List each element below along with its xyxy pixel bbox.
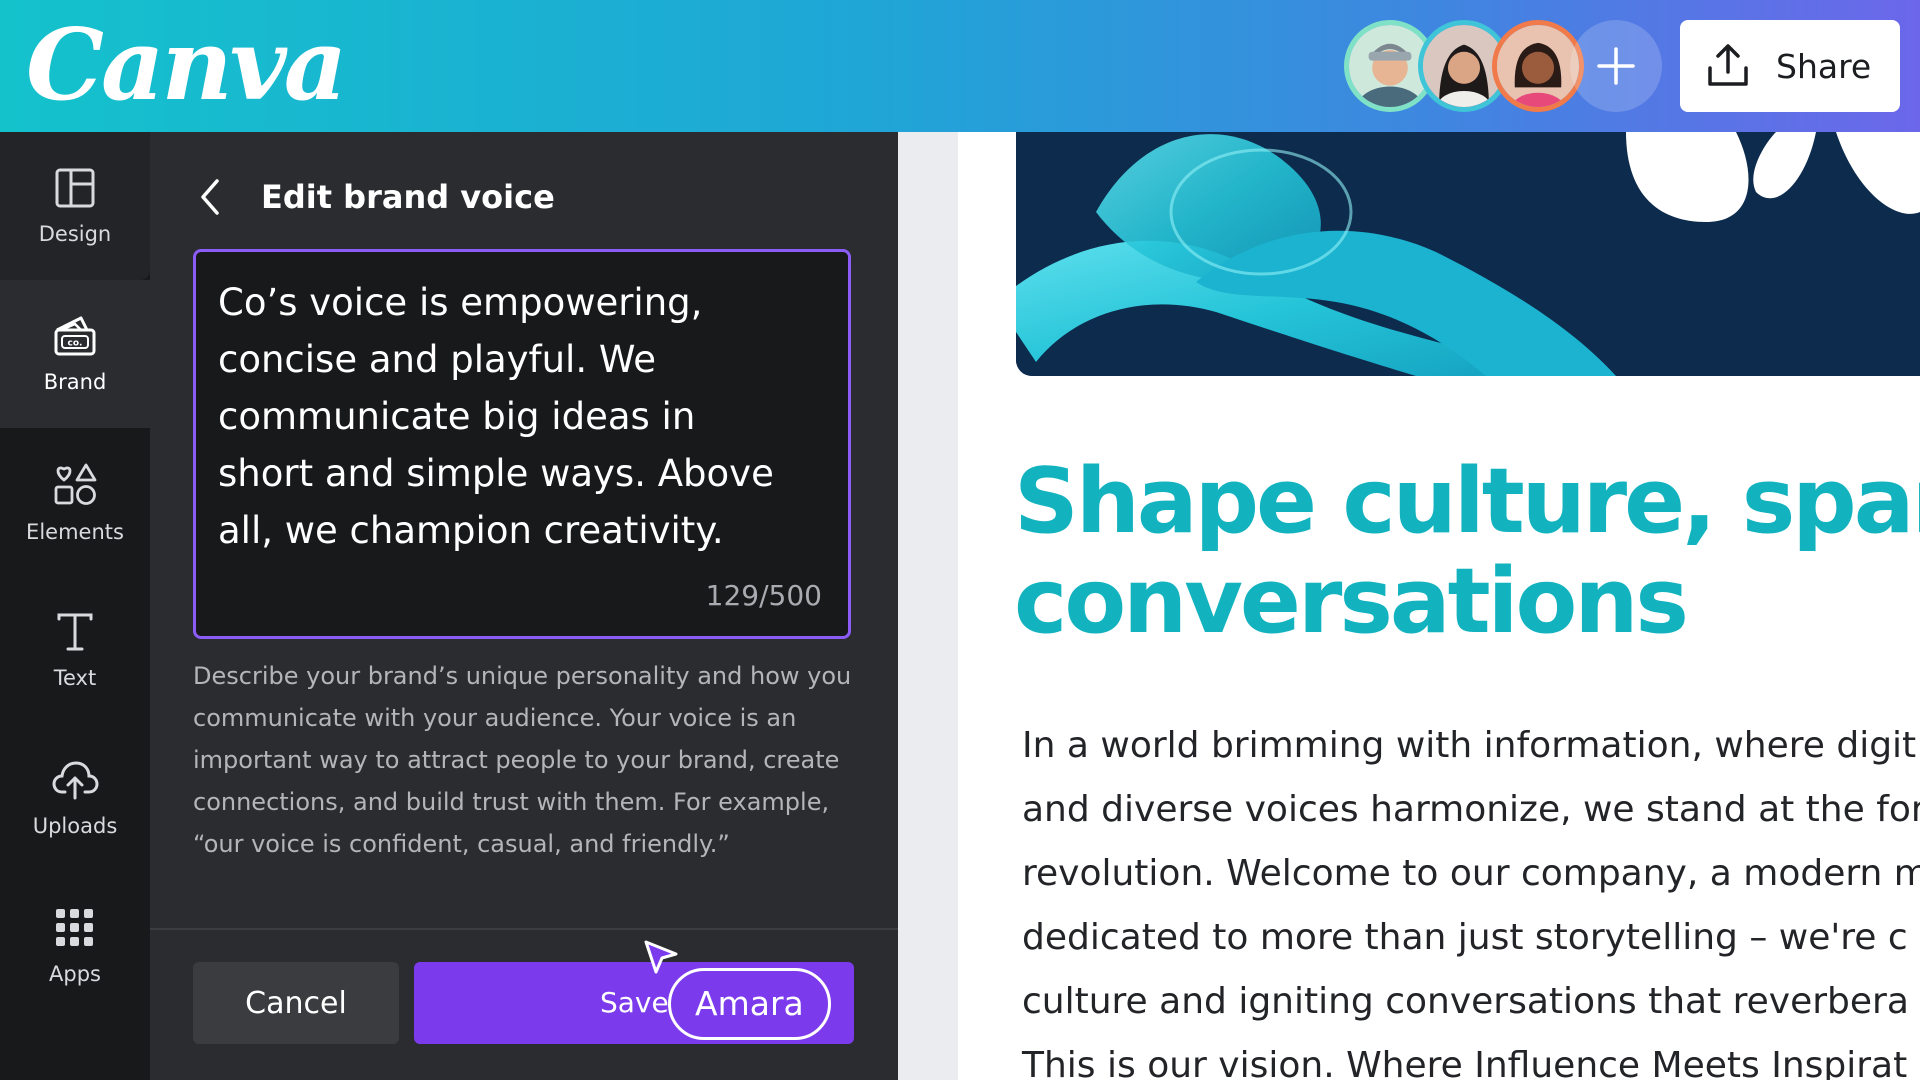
rail-item-uploads[interactable]: Uploads <box>0 724 150 872</box>
body-line: This is our vision. Where Influence Meet… <box>1022 1045 1908 1080</box>
brand-voice-text[interactable]: Co’s voice is empowering, concise and pl… <box>218 274 818 559</box>
rail-item-design[interactable]: Design <box>0 132 150 280</box>
panel-footer-divider <box>150 928 898 930</box>
plus-icon <box>1597 47 1635 85</box>
body-line: In a world brimming with information, wh… <box>1022 725 1917 766</box>
upload-share-icon <box>1708 44 1748 86</box>
cancel-button[interactable]: Cancel <box>193 962 399 1044</box>
rail-label-text: Text <box>53 666 97 690</box>
rail-item-brand[interactable]: co. Brand <box>0 280 150 428</box>
share-button[interactable]: Share <box>1680 20 1900 112</box>
top-bar: Canva Share <box>0 0 1920 132</box>
canvas-workspace: Shape culture, spar conversations In a w… <box>898 132 1920 1080</box>
hero-3d-shape-graphic <box>1016 132 1920 376</box>
apps-grid-icon <box>56 909 93 946</box>
brand-kit-icon: co. <box>54 316 96 356</box>
cloud-upload-icon <box>52 761 99 800</box>
text-icon <box>57 613 93 651</box>
back-button[interactable] <box>190 172 230 222</box>
design-page[interactable]: Shape culture, spar conversations In a w… <box>958 132 1920 1080</box>
collaborator-cursor-label: Amara <box>668 968 831 1040</box>
collaborator-cursor-icon <box>644 940 678 974</box>
layout-icon <box>55 168 95 208</box>
svg-text:co.: co. <box>68 339 83 349</box>
body-line: and diverse voices harmonize, we stand a… <box>1022 789 1920 830</box>
body-line: culture and igniting conversations that … <box>1022 981 1909 1022</box>
share-label: Share <box>1776 46 1872 86</box>
panel-title: Edit brand voice <box>261 178 555 216</box>
rail-item-apps[interactable]: Apps <box>0 872 150 1020</box>
brand-voice-help-text: Describe your brand’s unique personality… <box>193 662 852 858</box>
rail-label-uploads: Uploads <box>32 814 118 838</box>
hero-image[interactable] <box>1016 132 1920 376</box>
body-line: dedicated to more than just storytelling… <box>1022 917 1908 958</box>
rail-item-elements[interactable]: Elements <box>0 428 150 576</box>
headline-line-1: Shape culture, spar <box>1014 449 1920 554</box>
shapes-icon <box>54 463 97 505</box>
chevron-left-icon <box>201 179 219 215</box>
edit-brand-voice-panel: Edit brand voice Co’s voice is empowerin… <box>150 132 898 1080</box>
body-copy[interactable]: In a world brimming with information, wh… <box>1022 714 1920 1080</box>
rail-label-brand: Brand <box>43 370 107 394</box>
headline[interactable]: Shape culture, spar conversations <box>1014 452 1920 652</box>
rail-item-text[interactable]: Text <box>0 576 150 724</box>
add-collaborator-button[interactable] <box>1570 20 1662 112</box>
headline-line-2: conversations <box>1014 549 1689 654</box>
rail-label-apps: Apps <box>49 962 101 986</box>
collaborator-avatars <box>1344 20 1662 112</box>
canva-logo[interactable]: Canva <box>26 6 347 126</box>
rail-label-design: Design <box>38 222 112 246</box>
brand-voice-textarea[interactable]: Co’s voice is empowering, concise and pl… <box>193 249 851 639</box>
rail-label-elements: Elements <box>26 520 124 544</box>
left-rail: Design co. Brand Elements Text Uploads A… <box>0 132 150 1080</box>
body-line: revolution. Welcome to our company, a mo… <box>1022 853 1920 894</box>
character-counter: 129/500 <box>705 579 822 612</box>
